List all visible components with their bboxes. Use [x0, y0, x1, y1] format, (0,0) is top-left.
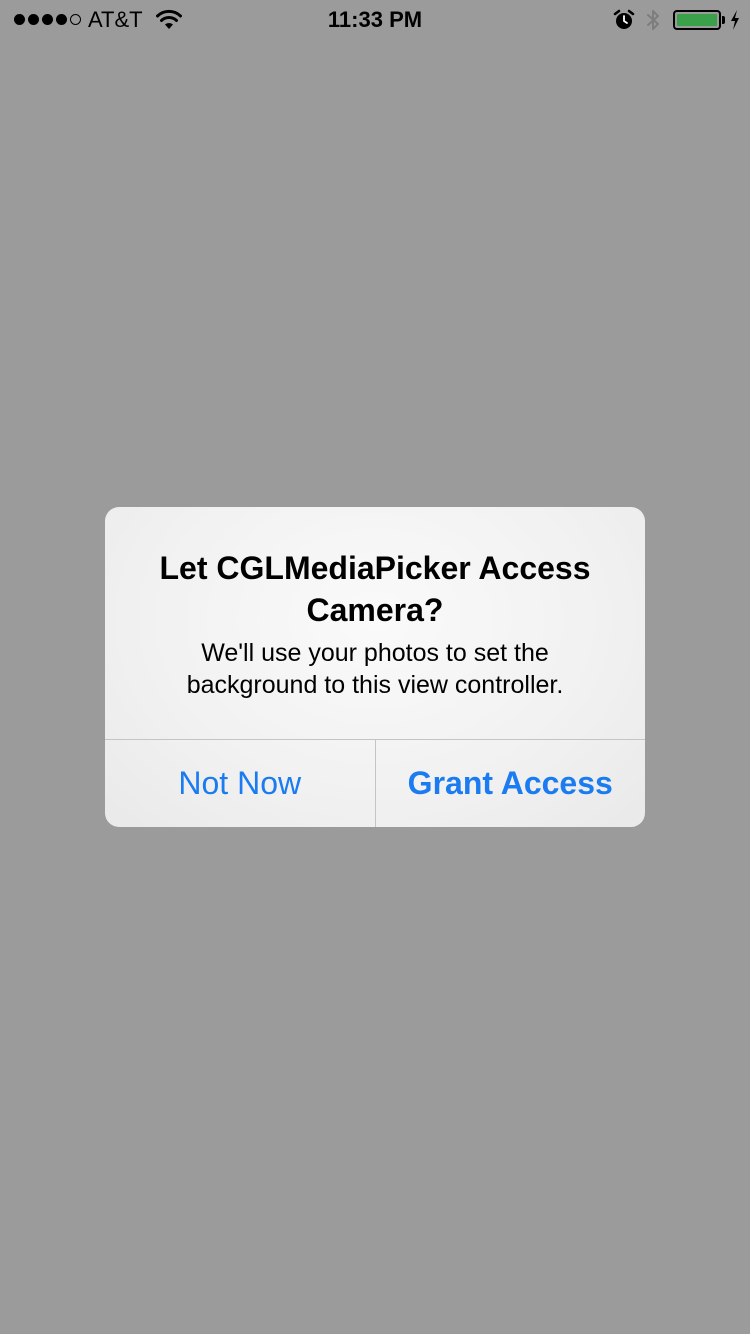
alert-button-row: Not Now Grant Access: [105, 740, 645, 827]
battery-icon: [673, 10, 721, 30]
permission-alert-dialog: Let CGLMediaPicker Access Camera? We'll …: [105, 507, 645, 827]
alert-title: Let CGLMediaPicker Access Camera?: [159, 550, 591, 628]
status-bar: AT&T 11:33 PM: [0, 0, 750, 40]
alarm-icon: [613, 9, 635, 29]
alert-message: We'll use your photos to set the backgro…: [186, 639, 564, 699]
bluetooth-icon: [647, 10, 659, 30]
not-now-button[interactable]: Not Now: [105, 740, 376, 827]
battery-tip: [722, 16, 725, 24]
grant-access-button[interactable]: Grant Access: [376, 740, 646, 827]
charging-bolt-icon: [731, 10, 739, 30]
status-time: 11:33 PM: [327, 7, 423, 32]
battery-fill: [677, 14, 717, 26]
